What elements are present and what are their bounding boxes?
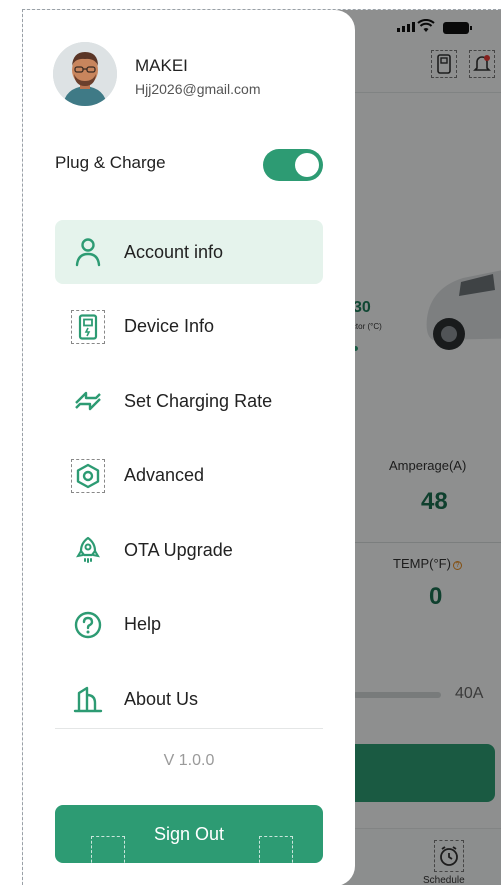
toggle-knob (295, 153, 319, 177)
hexagon-settings-icon (71, 458, 105, 493)
menu-item-advanced[interactable]: Advanced (55, 444, 323, 508)
menu-item-label: Help (124, 614, 162, 634)
user-email: Hjj2026@gmail.com (135, 81, 261, 97)
menu-item-account-info[interactable]: Account info (55, 220, 323, 284)
menu-item-label: Set Charging Rate (124, 390, 273, 411)
menu-item-label: Advanced (124, 465, 205, 485)
sign-out-label: Sign Out (153, 823, 225, 844)
menu-item-ota-upgrade[interactable]: OTA Upgrade (55, 518, 323, 582)
menu-item-label: About Us (124, 688, 199, 709)
drawer-menu: Account info Device Info Set Charging Ra… (55, 220, 323, 742)
placeholder-marker (91, 836, 125, 872)
user-name: MAKEI (135, 56, 188, 75)
app-version: V 1.0.0 (163, 752, 215, 769)
plug-charge-toggle[interactable] (263, 149, 323, 181)
menu-item-about-us[interactable]: About Us (55, 667, 323, 731)
menu-item-label: Device Info (124, 316, 215, 336)
building-icon (71, 682, 105, 716)
menu-divider (55, 728, 323, 729)
rocket-icon (71, 533, 105, 567)
menu-item-label: Account info (124, 241, 224, 262)
menu-item-device-info[interactable]: Device Info (55, 295, 323, 359)
app-frame: 30 nector (°C) Amperage(A) 48 TEMP(°F)? … (22, 9, 501, 885)
menu-item-help[interactable]: Help (55, 593, 323, 657)
menu-item-label: OTA Upgrade (124, 539, 233, 560)
placeholder-marker (259, 836, 293, 872)
charger-icon (71, 309, 105, 344)
plug-charge-label: Plug & Charge (55, 153, 166, 172)
menu-item-set-charging-rate[interactable]: Set Charging Rate (55, 369, 323, 433)
avatar[interactable] (53, 42, 117, 106)
swap-arrows-icon (71, 384, 105, 418)
side-drawer: MAKEI Hjj2026@gmail.com Plug & Charge Ac… (23, 10, 355, 885)
question-circle-icon (71, 608, 105, 642)
person-icon (71, 235, 105, 269)
